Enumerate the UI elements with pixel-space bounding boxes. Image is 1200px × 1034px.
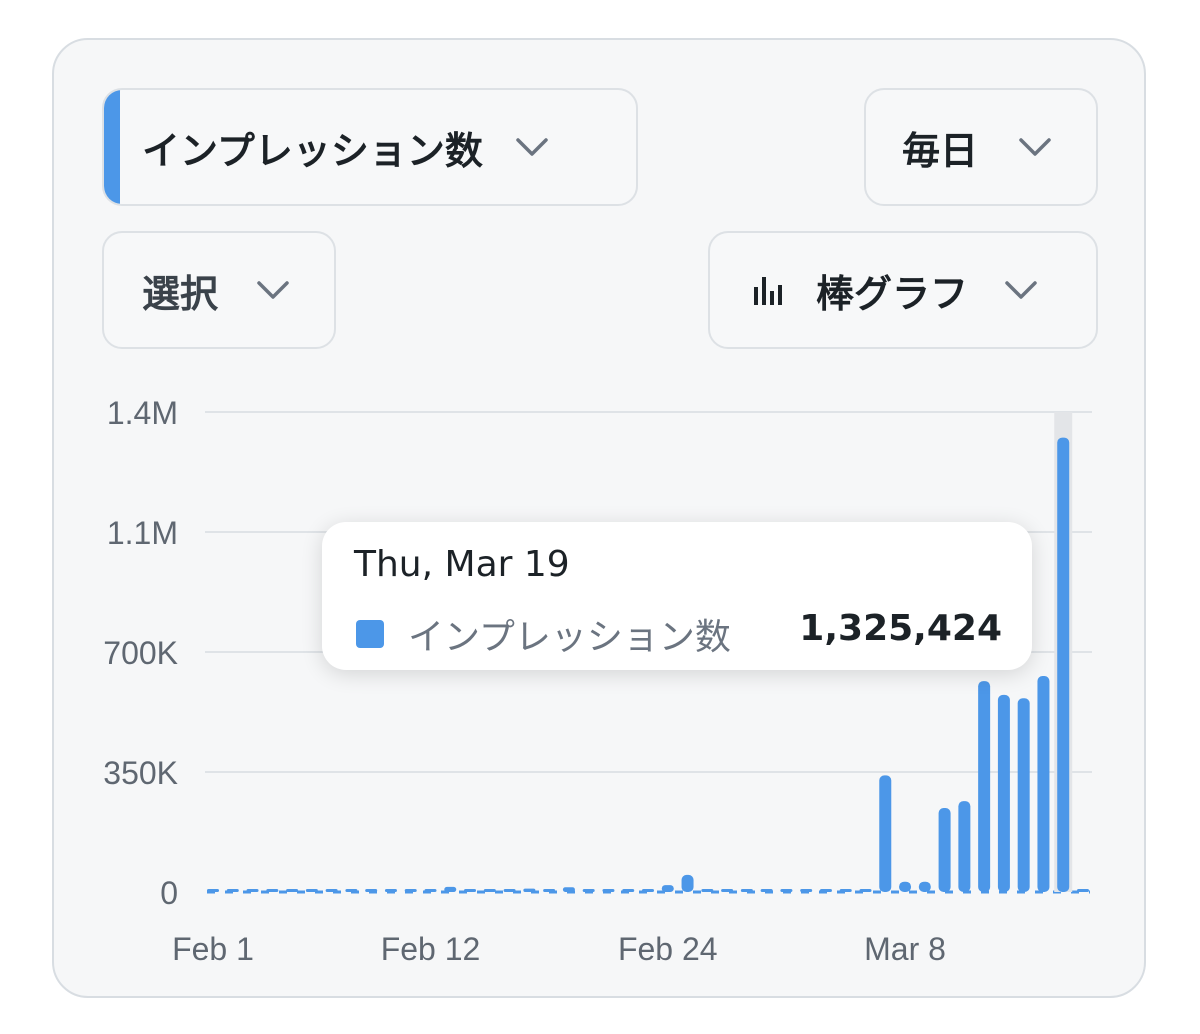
y-tick-label: 1.4M — [107, 395, 178, 431]
bar[interactable] — [286, 889, 299, 892]
bar[interactable] — [800, 889, 813, 892]
bar[interactable] — [226, 889, 239, 892]
bar[interactable] — [562, 887, 575, 892]
bar[interactable] — [207, 889, 219, 892]
bar[interactable] — [305, 889, 318, 892]
bar[interactable] — [918, 881, 931, 892]
bar[interactable] — [879, 775, 892, 892]
bar[interactable] — [721, 889, 734, 892]
y-tick-label: 700K — [103, 635, 178, 671]
bar[interactable] — [661, 885, 674, 892]
x-tick-label: Feb 12 — [381, 931, 481, 967]
bar[interactable] — [266, 889, 279, 892]
bar[interactable] — [760, 889, 773, 892]
bar[interactable] — [503, 889, 516, 892]
bar[interactable] — [997, 694, 1010, 892]
tooltip-value: 1,325,424 — [799, 608, 1002, 649]
bar[interactable] — [1037, 676, 1050, 892]
bar[interactable] — [483, 889, 496, 892]
bar[interactable] — [839, 889, 852, 892]
tooltip-series-swatch — [356, 620, 384, 648]
bar[interactable] — [444, 886, 457, 892]
bar[interactable] — [602, 889, 615, 892]
bar[interactable] — [1077, 889, 1089, 892]
bar[interactable] — [819, 889, 832, 892]
bar[interactable] — [978, 681, 991, 892]
bar-chart: 0 350K 700K 1.1M 1.4M Feb 1 Feb 12 Feb 24 Mar 8 — [103, 395, 1092, 967]
bar[interactable] — [701, 889, 714, 892]
bar[interactable] — [681, 874, 694, 892]
bar[interactable] — [464, 889, 477, 892]
bar[interactable] — [404, 889, 417, 892]
bar[interactable] — [899, 881, 912, 892]
bar[interactable] — [1017, 698, 1030, 892]
bar[interactable] — [780, 889, 793, 892]
x-tick-label: Feb 24 — [618, 931, 718, 967]
tooltip-date: Thu, Mar 19 — [354, 544, 570, 585]
bar[interactable] — [365, 889, 378, 892]
bar[interactable] — [345, 889, 358, 892]
bar[interactable] — [958, 801, 971, 892]
chart-tooltip: Thu, Mar 19 インプレッション数 1,325,424 — [322, 522, 1032, 670]
bar[interactable] — [582, 889, 595, 892]
x-tick-label: Mar 8 — [864, 931, 946, 967]
tooltip-series-name: インプレッション数 — [408, 617, 731, 658]
bar[interactable] — [1057, 437, 1070, 892]
bar[interactable] — [543, 889, 556, 892]
bar[interactable] — [642, 889, 654, 892]
y-tick-label: 1.1M — [107, 515, 178, 551]
bar[interactable] — [424, 889, 437, 892]
bar[interactable] — [622, 889, 635, 892]
bar[interactable] — [523, 888, 536, 892]
y-tick-label: 350K — [103, 755, 178, 791]
bar[interactable] — [938, 808, 951, 892]
x-tick-label: Feb 1 — [172, 931, 254, 967]
bar[interactable] — [325, 889, 338, 892]
y-tick-label: 0 — [160, 875, 178, 911]
bar[interactable] — [384, 889, 397, 892]
bar[interactable] — [246, 889, 259, 892]
bar[interactable] — [859, 889, 872, 892]
bar[interactable] — [740, 889, 753, 892]
